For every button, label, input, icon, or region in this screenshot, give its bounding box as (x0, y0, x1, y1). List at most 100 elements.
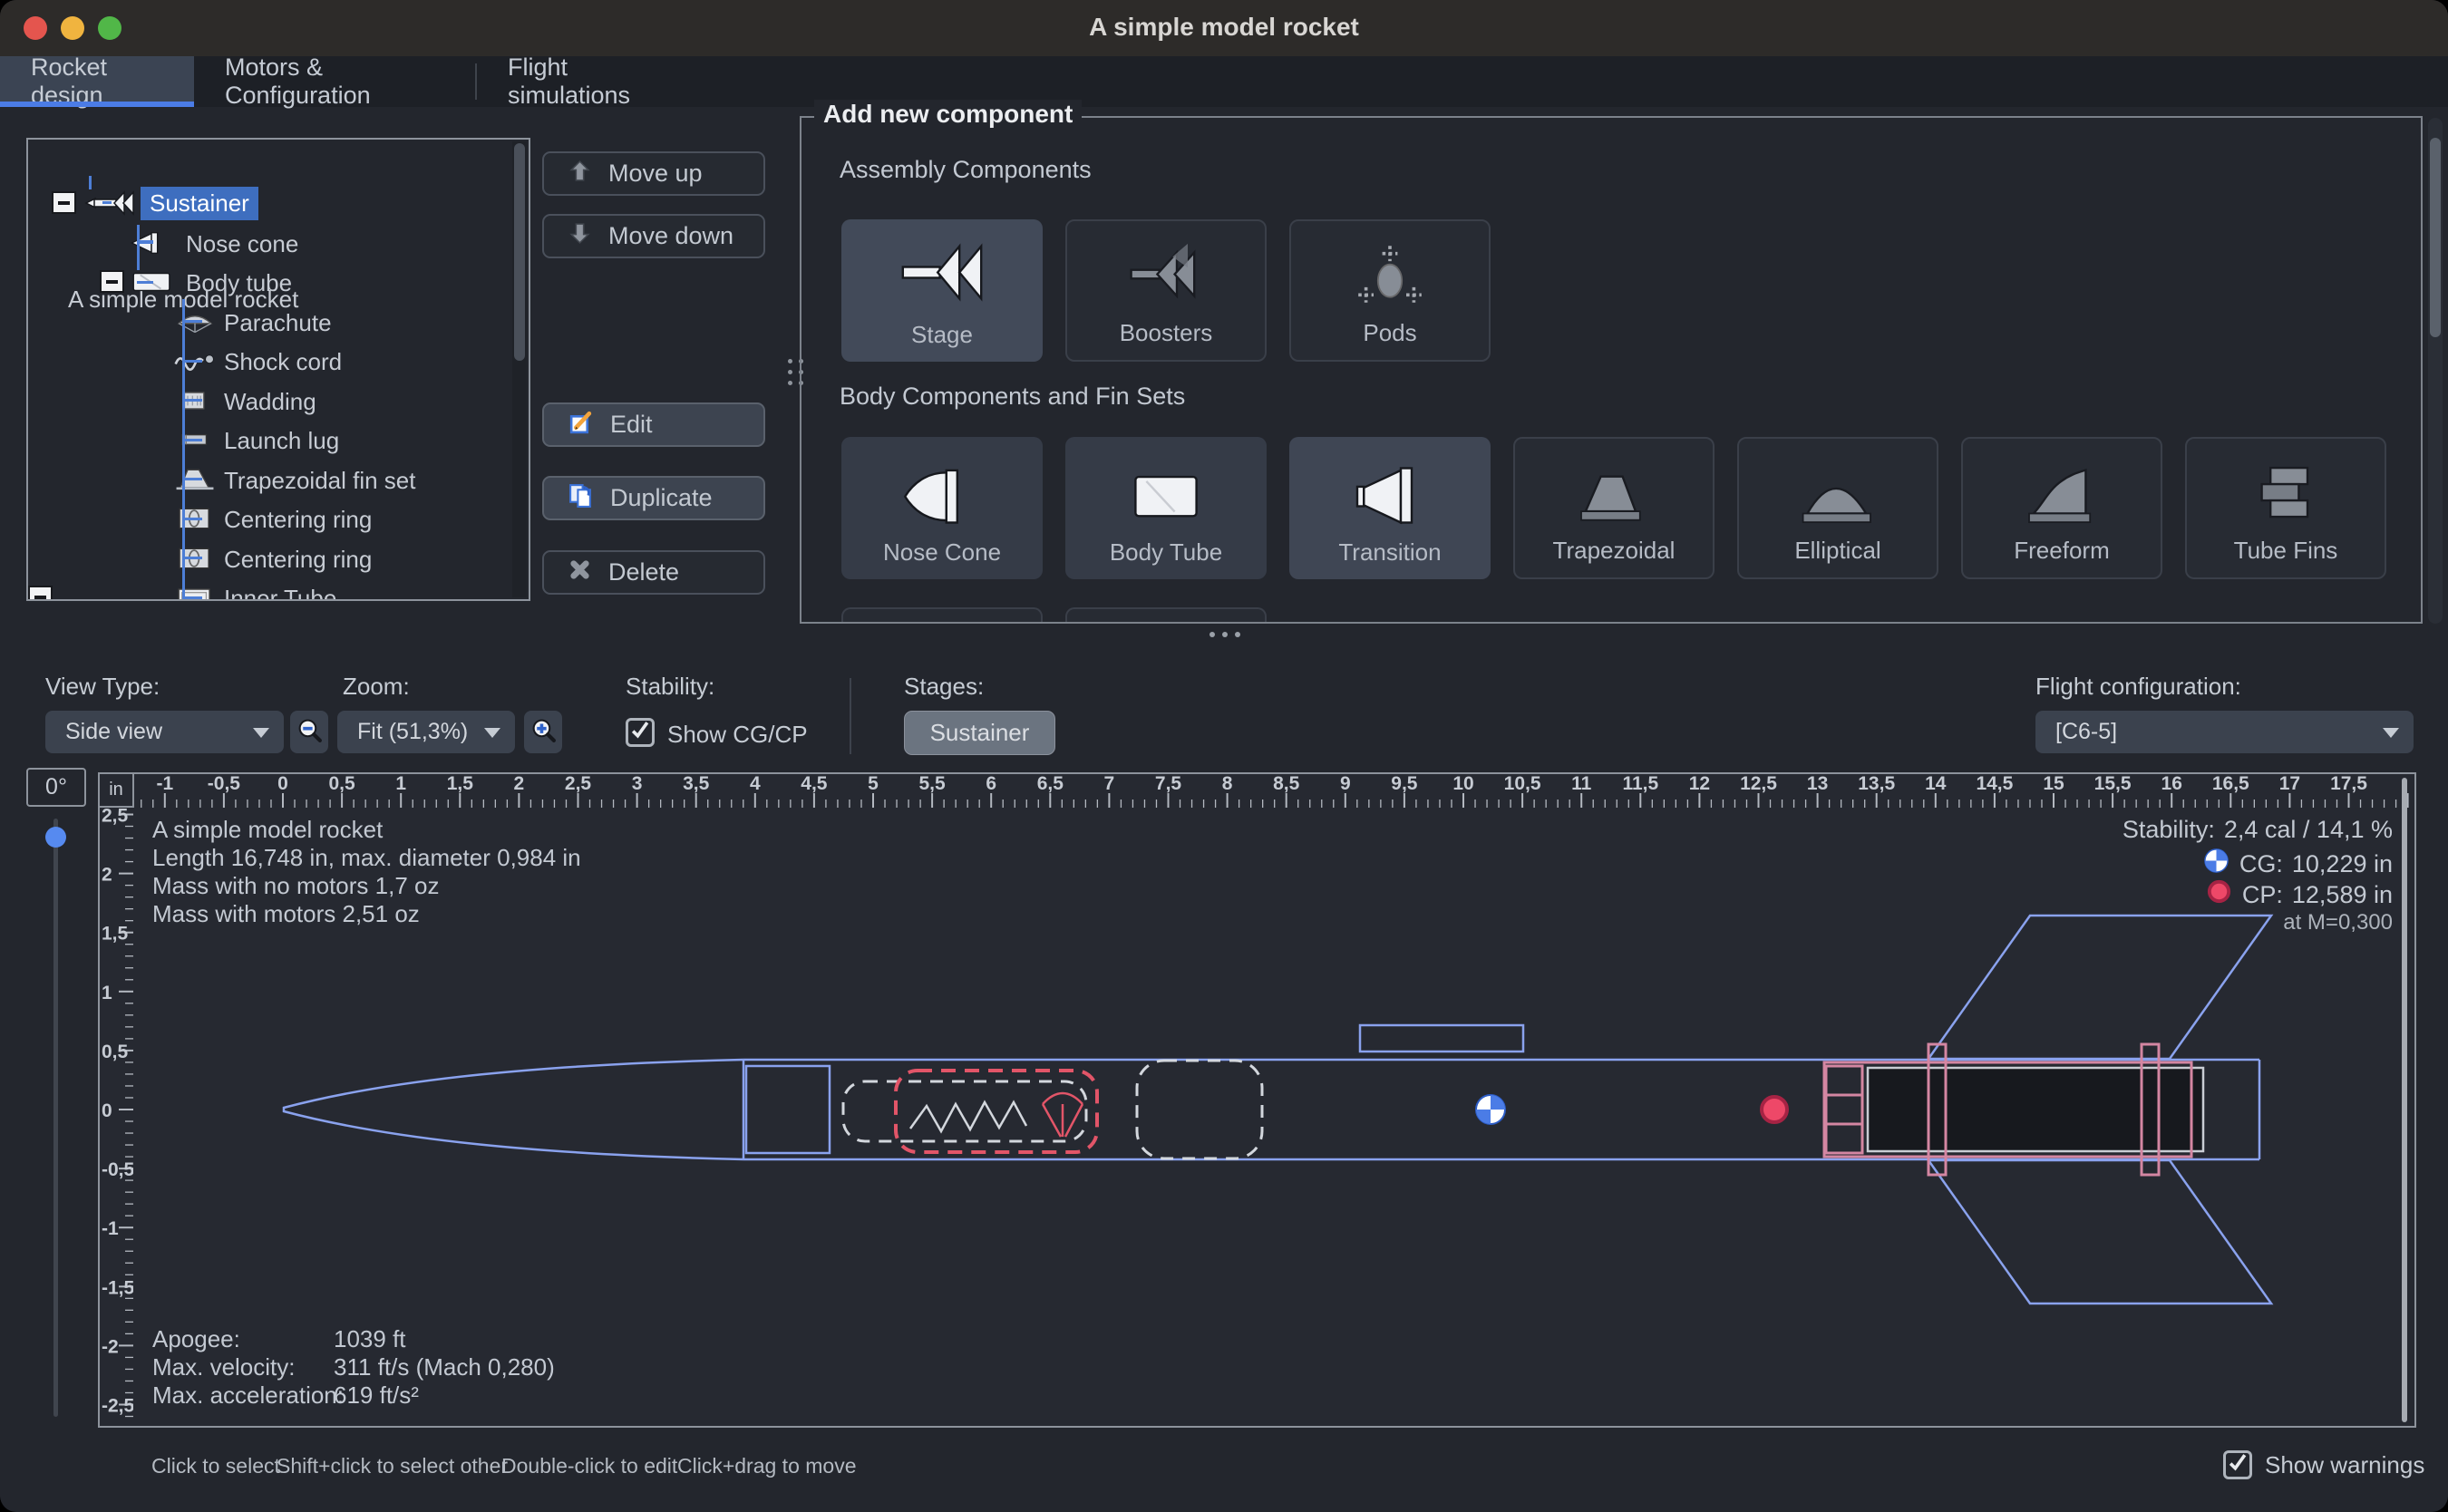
palette-scrollbar-thumb[interactable] (2430, 138, 2441, 337)
tree-item-shock-cord[interactable]: Shock cord (28, 341, 509, 381)
tree-connector (102, 201, 112, 204)
ruler-unit-box: in (100, 774, 134, 808)
show-warnings-checkbox[interactable] (2223, 1450, 2252, 1479)
svg-text:6: 6 (986, 774, 996, 794)
app-screenshot: A simple model rocket Rocket design Motor… (0, 0, 2448, 1512)
vertical-ruler: 2,521,510,50-0,5-1-1,5-2-2,5 (100, 808, 133, 1428)
svg-text:13,5: 13,5 (1858, 774, 1895, 794)
tree-item-centering-ring[interactable]: Centering ring (28, 538, 509, 578)
component-card-label: Tube Fins (2234, 537, 2338, 565)
wadding-outline (1137, 1061, 1262, 1158)
edit-icon (568, 409, 594, 441)
svg-text:3,5: 3,5 (683, 774, 710, 794)
tree-item-label: Centering ring (224, 506, 372, 534)
show-warnings-control[interactable]: Show warnings (2223, 1450, 2424, 1479)
component-card-body-tube[interactable]: Body Tube (1065, 437, 1267, 579)
palette-section-label: Assembly Components (840, 156, 1092, 184)
move-down-icon (568, 221, 592, 252)
zoom-level-value: Fit (51,3%) (357, 719, 468, 745)
tree-item-launch-lug[interactable]: Launch lug (28, 420, 509, 460)
check-icon (629, 719, 652, 746)
parachute-outline (896, 1071, 1097, 1152)
component-card-freeform[interactable]: Freeform (1961, 437, 2162, 579)
shockcord-icon (172, 346, 218, 380)
wadding-icon (172, 386, 218, 420)
tab-flight-simulations[interactable]: Flight simulations (477, 56, 695, 107)
move-up-button[interactable]: Move up (542, 151, 765, 196)
rocket-view-canvas[interactable]: in -1-0,500,511,522,533,544,555,566,577,… (98, 772, 2416, 1428)
canvas-scrollbar[interactable] (2402, 778, 2407, 1422)
controls-separator (850, 678, 851, 754)
inner-tube-outline (1824, 1044, 2191, 1175)
tree-connector (137, 225, 140, 270)
parachute-icon (172, 307, 218, 341)
component-card-nose-cone[interactable]: Nose Cone (841, 437, 1043, 579)
titlebar: A simple model rocket (0, 0, 2448, 56)
rotation-angle-box[interactable]: 0° (26, 768, 86, 807)
zoom-level-dropdown[interactable]: Fit (51,3%) (337, 711, 515, 753)
zoom-out-icon (296, 717, 323, 748)
svg-text:4: 4 (750, 774, 761, 794)
flight-config-value: [C6-5] (2055, 719, 2117, 745)
tree-item-nose-cone[interactable]: Nose cone (28, 223, 509, 263)
svg-text:-1: -1 (102, 1218, 119, 1239)
nosecone-icon (899, 455, 986, 529)
svg-text:16: 16 (2161, 774, 2182, 794)
stage-toggle-button[interactable]: Sustainer (904, 711, 1055, 755)
tree-item-sustainer[interactable]: Sustainer (28, 183, 509, 223)
add-component-panel: Assembly Components StageBoosters Pods Body… (800, 116, 2423, 624)
zoom-out-button[interactable] (290, 711, 328, 753)
rotation-slider-track[interactable] (53, 819, 58, 1417)
tree-item-label: Launch lug (224, 427, 339, 455)
flight-config-dropdown[interactable]: [C6-5] (2035, 711, 2414, 753)
tree-connector (182, 439, 202, 441)
view-type-dropdown[interactable]: Side view (45, 711, 284, 753)
svg-text:10,5: 10,5 (1504, 774, 1541, 794)
canvas-hint-text: Click to select (151, 1454, 280, 1478)
component-card-boosters[interactable]: Boosters (1065, 219, 1267, 362)
component-card-elliptical[interactable]: Elliptical (1737, 437, 1938, 579)
component-card-clipped[interactable]: .... (841, 607, 1043, 624)
edit-button[interactable]: Edit (542, 402, 765, 447)
tree-item-body-tube[interactable]: Body tube (28, 262, 509, 302)
delete-button[interactable]: Delete (542, 550, 765, 595)
component-card-tube-fins[interactable]: Tube Fins (2185, 437, 2386, 579)
launch-lug-outline (1360, 1025, 1523, 1052)
zoom-in-icon (530, 717, 557, 748)
component-card-clipped[interactable]: .... (1065, 607, 1267, 624)
svg-text:2,5: 2,5 (565, 774, 592, 794)
component-card-stage[interactable]: Stage (841, 219, 1043, 362)
move-down-button[interactable]: Move down (542, 214, 765, 258)
horizontal-splitter-handle[interactable] (1209, 632, 1240, 637)
tree-connector (89, 176, 92, 189)
bodytube-icon (128, 267, 177, 302)
tree-expander-icon[interactable] (100, 270, 124, 293)
component-card-pods[interactable]: Pods (1289, 219, 1491, 362)
tree-item-centering-ring[interactable]: Centering ring (28, 499, 509, 538)
boosters-icon (1122, 239, 1209, 314)
component-card-label: Pods (1363, 319, 1416, 347)
tubefins-icon (2242, 457, 2329, 531)
svg-text:0,5: 0,5 (328, 774, 355, 794)
component-card-transition[interactable]: Transition (1289, 437, 1491, 579)
tree-item-wadding[interactable]: Wadding (28, 381, 509, 421)
component-card-trapezoidal[interactable]: Trapezoidal (1513, 437, 1715, 579)
component-tree-panel[interactable]: A simple model rocket SustainerNose cone… (26, 138, 530, 601)
show-cgcp-checkbox[interactable] (626, 718, 655, 747)
tree-expander-icon[interactable] (28, 586, 53, 601)
duplicate-button[interactable]: Duplicate (542, 476, 765, 520)
tree-scrollbar[interactable] (512, 141, 527, 597)
tab-rocket-design[interactable]: Rocket design (0, 56, 194, 107)
tree-item-inner-tube[interactable]: Inner Tube (28, 577, 509, 601)
rotation-slider-knob[interactable] (45, 827, 66, 848)
tree-item-trapezoidal-fin-set[interactable]: Trapezoidal fin set (28, 460, 509, 499)
tree-item-parachute[interactable]: Parachute (28, 302, 509, 342)
tab-label: Rocket design (31, 53, 163, 110)
tab-motors-configuration[interactable]: Motors & Configuration (194, 56, 477, 107)
cp-readout: CP:12,589 in (2205, 877, 2393, 912)
tree-scrollbar-thumb[interactable] (514, 143, 525, 361)
zoom-in-button[interactable] (524, 711, 562, 753)
tree-item-label: Sustainer (141, 187, 258, 220)
tree-expander-icon[interactable] (52, 191, 76, 214)
shock-cord-outline (843, 1081, 1086, 1141)
